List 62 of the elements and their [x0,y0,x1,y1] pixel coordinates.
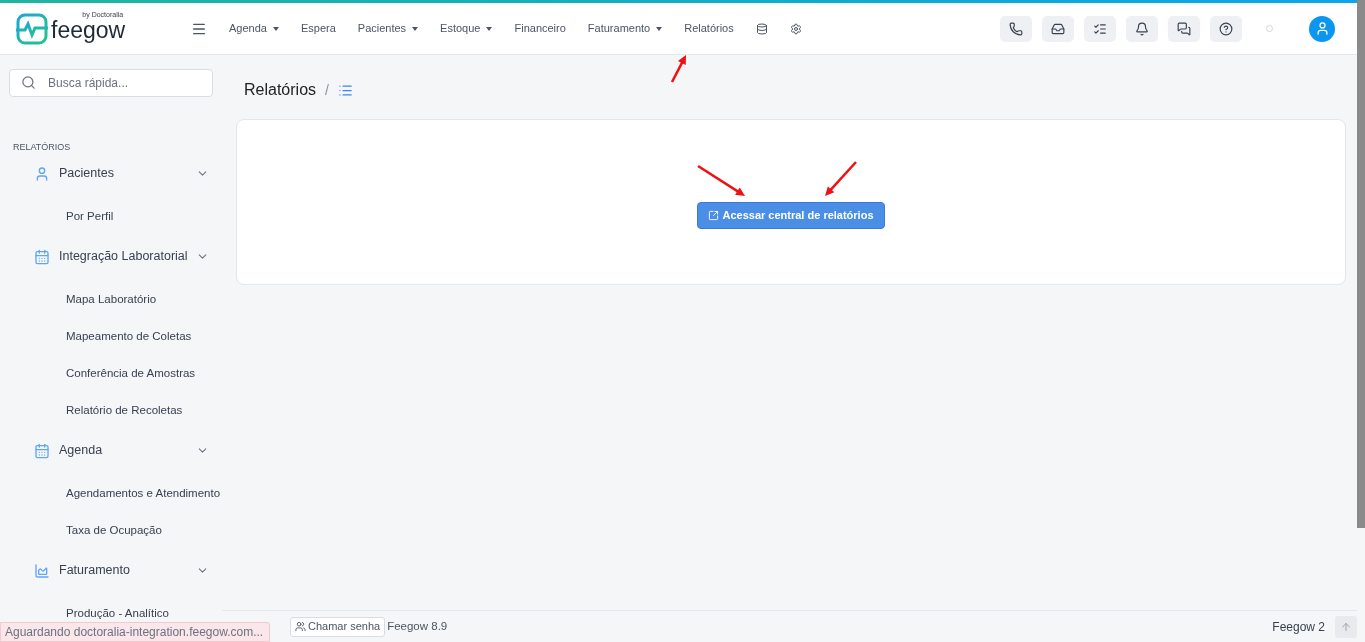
section-title: RELATÓRIOS [13,141,72,154]
inbox-button[interactable] [1042,15,1074,42]
list-icon[interactable] [337,82,353,98]
scrollbar[interactable] [1357,0,1365,528]
browser-status-tooltip: Aguardando doctoralia-integration.feegow.com... [0,622,271,642]
group-label: Agenda [59,442,103,460]
sidebar-item[interactable]: Mapa Laboratório [66,291,157,306]
chat-icon [1177,21,1191,36]
user-icon [34,165,50,182]
sidebar-item[interactable]: Produção - Analítico [66,605,169,620]
nav-link[interactable]: Pacientes [357,20,419,37]
checklist-icon [1093,21,1107,36]
annotation-arrow [697,164,745,196]
nav-link[interactable]: Estoque [440,20,493,37]
calendar-icon [34,248,50,265]
phone-icon [1009,21,1023,36]
sidebar-group[interactable]: Pacientes [34,162,209,185]
chat-button[interactable] [1168,15,1200,42]
settings-icon[interactable] [789,22,802,35]
help-icon [1219,21,1233,36]
help-button[interactable] [1210,15,1242,42]
user-icon [1314,21,1330,36]
nav-link[interactable]: Faturamento [587,20,663,37]
sidebar-item[interactable]: Mapeamento de Coletas [66,328,192,343]
nav-link[interactable]: Agenda [229,20,279,37]
external-link-icon [708,210,720,221]
group-label: Faturamento [59,562,130,580]
sidebar-item[interactable]: Agendamentos e Atendimento [66,485,221,500]
inbox-icon [1051,21,1065,36]
group-label: Pacientes [59,165,114,183]
database-icon[interactable] [755,22,768,35]
annotation-arrow [825,161,857,196]
bell-button[interactable] [1126,15,1158,42]
arrow-up-icon [1340,620,1352,633]
version-text: Feegow 8.9 [387,618,448,634]
search-icon [21,75,36,90]
annotation-arrow [670,55,686,83]
group-label: Integração Laboratorial [59,248,188,266]
product-text: Feegow 2 [1272,618,1325,636]
call-button[interactable]: Chamar senha [290,616,386,637]
sidebar-item[interactable]: Por Perfil [66,208,114,223]
page-title: Relatórios [244,80,317,100]
checklist-button[interactable] [1084,15,1116,42]
sidebar-group[interactable]: Faturamento [34,559,209,582]
users-icon [295,621,306,632]
calendar-icon [34,442,50,459]
phone-button[interactable] [1000,15,1032,42]
breadcrumb-separator: / [325,80,329,100]
sidebar-item[interactable]: Taxa de Ocupação [66,522,162,537]
nav-link[interactable]: Relatórios [684,20,734,37]
avatar-button[interactable] [1309,15,1335,42]
sidebar-group[interactable]: Agenda [34,439,209,462]
nav-link[interactable]: Espera [300,20,336,37]
search-field[interactable]: Busca rápida... [9,69,213,97]
logo-icon [16,12,48,45]
sidebar-item[interactable]: Relatório de Recoletas [66,402,183,417]
nav-link[interactable]: Financeiro [514,20,566,37]
logo-wordmark: feegow [51,18,126,41]
chart-icon [34,562,50,579]
sidebar-item[interactable]: Conferência de Amostras [66,365,196,380]
sidebar-group[interactable]: Integração Laboratorial [34,245,209,268]
bell-icon [1135,21,1149,36]
